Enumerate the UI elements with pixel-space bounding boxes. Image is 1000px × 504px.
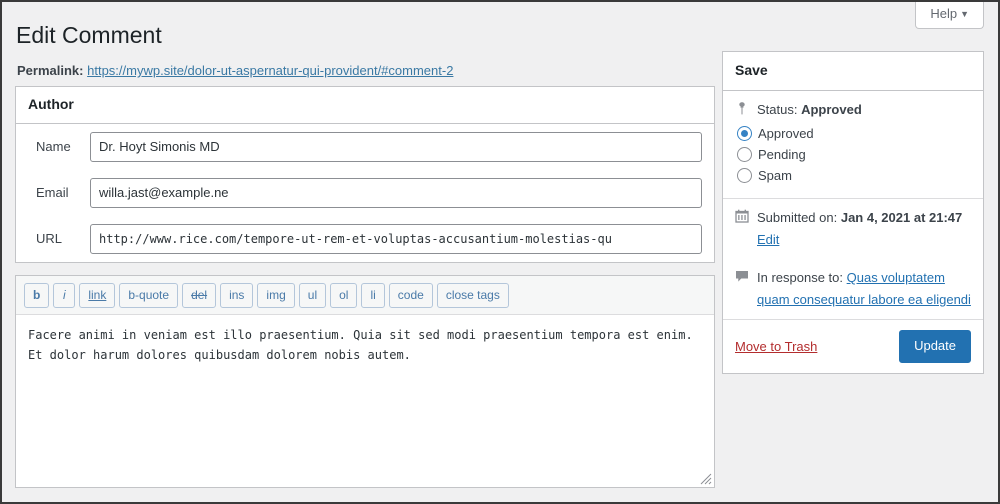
author-name-input[interactable] — [90, 131, 702, 162]
help-tab-button[interactable]: Help ▼ — [915, 2, 984, 30]
main-column: Author Name Email URL — [15, 86, 715, 488]
author-postbox-title: Author — [16, 87, 714, 124]
publishing-actions: Move to Trash Update — [723, 319, 983, 373]
quicktag-button-code[interactable]: code — [388, 282, 433, 308]
author-email-input[interactable] — [90, 177, 702, 208]
save-postbox: Save Status: Approved Approved Pending S… — [722, 51, 984, 374]
author-postbox: Author Name Email URL — [15, 86, 715, 263]
response-text: In response to: Quas voluptatem quam con… — [757, 267, 971, 311]
quicktag-button-ins[interactable]: ins — [220, 282, 254, 308]
comment-textarea[interactable]: Facere animi in veniam est illo praesent… — [16, 314, 714, 487]
submitted-text: Submitted on: Jan 4, 2021 at 21:47 Edit — [757, 207, 971, 251]
save-postbox-title: Save — [723, 52, 983, 91]
quicktag-button-li[interactable]: li — [361, 282, 385, 308]
status-radio-group: Approved Pending Spam — [735, 121, 971, 190]
radio-pending[interactable] — [737, 146, 752, 162]
radio-approved[interactable] — [737, 125, 752, 141]
author-url-label: URL — [36, 231, 63, 247]
quicktag-button-link[interactable]: link — [79, 282, 116, 308]
status-line: Status: Approved — [735, 99, 971, 121]
page-title: Edit Comment — [16, 22, 162, 48]
author-email-label: Email — [36, 185, 69, 201]
quicktag-button-b[interactable]: b — [24, 282, 50, 308]
comment-textarea-wrap: Facere animi in veniam est illo praesent… — [16, 314, 714, 487]
quicktag-button-i[interactable]: i — [53, 282, 76, 308]
status-section: Status: Approved Approved Pending Spam — [723, 91, 983, 198]
pin-icon — [735, 99, 757, 116]
quicktag-button-ul[interactable]: ul — [298, 282, 327, 308]
status-prefix: Status: — [757, 101, 798, 117]
author-email-field-wrap — [90, 177, 702, 208]
quicktags-toolbar: b i link b-quote del ins img ul ol li code close ta… — [16, 275, 714, 315]
publishing-action: Update — [899, 330, 971, 363]
radio-approved-label[interactable]: Approved — [758, 123, 814, 144]
status-text: Status: Approved — [757, 99, 971, 121]
radio-pending-label[interactable]: Pending — [758, 144, 806, 165]
move-to-trash-link[interactable]: Move to Trash — [735, 339, 817, 354]
chevron-down-icon: ▼ — [960, 9, 969, 19]
author-fields: Name Email URL — [16, 124, 714, 262]
author-name-field-wrap — [90, 131, 702, 162]
delete-action: Move to Trash — [735, 339, 817, 354]
quicktag-button-ol[interactable]: ol — [330, 282, 358, 308]
status-radio-row-pending[interactable]: Pending — [737, 144, 971, 165]
submitted-prefix: Submitted on: — [757, 209, 838, 225]
help-tab-container: Help ▼ — [915, 2, 984, 30]
submitted-section: Submitted on: Jan 4, 2021 at 21:47 Edit — [723, 197, 983, 259]
comment-editor-box: b i link b-quote del ins img ul ol li code close ta… — [15, 274, 715, 488]
submitted-line: Submitted on: Jan 4, 2021 at 21:47 Edit — [735, 207, 971, 251]
radio-spam-label[interactable]: Spam — [758, 165, 792, 186]
calendar-icon — [735, 207, 757, 223]
author-url-field-wrap — [90, 223, 702, 254]
comment-bubble-icon — [735, 267, 757, 283]
response-section: In response to: Quas voluptatem quam con… — [723, 259, 983, 319]
author-url-input[interactable] — [90, 223, 702, 254]
author-name-row: Name — [28, 124, 702, 170]
status-value: Approved — [801, 101, 862, 117]
permalink-link[interactable]: https://mywp.site/dolor-ut-aspernatur-qu… — [87, 63, 453, 78]
submitted-edit-link[interactable]: Edit — [757, 232, 779, 247]
permalink-row: Permalink: https://mywp.site/dolor-ut-as… — [17, 61, 453, 81]
response-prefix: In response to: — [757, 269, 843, 285]
radio-spam[interactable] — [737, 167, 752, 183]
quicktag-button-del[interactable]: del — [182, 282, 217, 308]
update-button[interactable]: Update — [899, 330, 971, 363]
submitted-value: Jan 4, 2021 at 21:47 — [840, 209, 963, 225]
quicktag-button-img[interactable]: img — [257, 282, 295, 308]
help-tab-label: Help — [930, 6, 958, 21]
status-radio-row-spam[interactable]: Spam — [737, 165, 971, 186]
admin-page: Help ▼ Edit Comment Permalink: https://my… — [2, 2, 998, 502]
author-name-label: Name — [36, 139, 71, 155]
status-radio-row-approved[interactable]: Approved — [737, 123, 971, 144]
author-email-row: Email — [28, 170, 702, 216]
quicktag-button-b-quote[interactable]: b-quote — [119, 282, 179, 308]
quicktag-button-close-tags[interactable]: close tags — [436, 282, 509, 308]
permalink-label: Permalink: — [17, 63, 84, 78]
author-url-row: URL — [28, 216, 702, 262]
response-line: In response to: Quas voluptatem quam con… — [735, 267, 971, 311]
sidebar-column: Save Status: Approved Approved Pending S… — [722, 51, 984, 374]
